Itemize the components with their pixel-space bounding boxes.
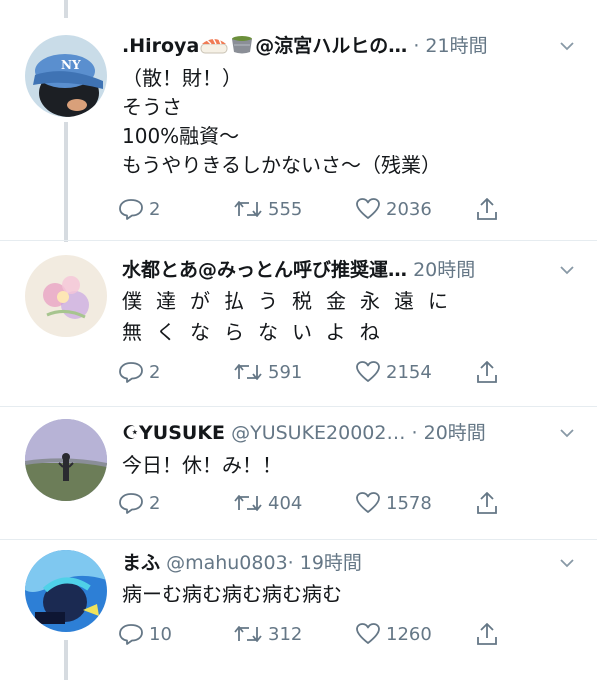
tweet-header: ☪YUSUKE @YUSUKE20002… · 20時間: [122, 418, 579, 448]
tea-icon: [229, 33, 255, 61]
share-icon: [477, 198, 497, 220]
heart-icon: [356, 623, 380, 644]
retweet-icon: [234, 364, 262, 380]
tweet-text: （散！財！） そうさ 100%融資〜 もうやりきるしかないさ〜（残業）: [122, 66, 441, 177]
tweet-text: 今日！休！み！！: [122, 453, 282, 477]
heart-icon: [356, 198, 380, 219]
share-button[interactable]: [475, 194, 504, 224]
tweet-header: まふ @mahu0803· 19時間: [122, 548, 579, 578]
like-count: 1578: [386, 492, 432, 514]
heart-icon: [356, 361, 380, 382]
like-button[interactable]: 2036: [355, 194, 432, 224]
reply-button[interactable]: 2: [118, 194, 160, 224]
chevron-down-icon[interactable]: [559, 418, 575, 448]
avatar[interactable]: NY: [25, 35, 107, 117]
tweet-text: 病ーむ病む病む病む病む: [122, 582, 342, 606]
reply-button[interactable]: 2: [118, 357, 160, 387]
retweet-button[interactable]: 404: [233, 488, 302, 518]
chevron-down-icon[interactable]: [559, 31, 575, 61]
reply-count: 2: [149, 361, 161, 383]
like-count: 1260: [386, 623, 432, 645]
tweet-3[interactable]: ☪YUSUKE @YUSUKE20002… · 20時間 今日！休！み！！ 2 …: [0, 407, 597, 539]
avatar[interactable]: [25, 550, 107, 632]
handle[interactable]: @YUSUKE20002…: [231, 422, 405, 444]
like-count: 2154: [386, 361, 432, 383]
retweet-button[interactable]: 555: [233, 194, 302, 224]
heart-icon: [356, 492, 380, 513]
action-bar: 2 591 2154: [118, 357, 518, 387]
timestamp[interactable]: 20時間: [413, 259, 475, 281]
retweet-count: 591: [268, 361, 303, 383]
display-name[interactable]: .Hiroya: [122, 35, 199, 57]
display-name[interactable]: まふ: [122, 552, 160, 574]
reply-count: 2: [149, 492, 161, 514]
tweet-text: 僕達が払う税金永遠に 無くならないよね: [122, 289, 462, 344]
share-button[interactable]: [475, 488, 504, 518]
reply-button[interactable]: 2: [118, 488, 160, 518]
tweet-2[interactable]: 水都とあ@みっとん呼び推奨運… 20時間 僕達が払う税金永遠に 無くならないよね…: [0, 241, 597, 406]
action-bar: 2 555 2036: [118, 194, 518, 224]
share-icon: [477, 492, 497, 514]
timestamp[interactable]: · 20時間: [412, 422, 486, 444]
handle[interactable]: @mahu0803: [166, 552, 288, 574]
like-button[interactable]: 1578: [355, 488, 432, 518]
chevron-down-icon[interactable]: [559, 548, 575, 578]
tweet-header: .Hiroya @涼宮ハルヒの… · 21時間: [122, 31, 579, 61]
like-button[interactable]: 1260: [355, 619, 432, 649]
retweet-button[interactable]: 312: [233, 619, 302, 649]
share-icon: [477, 361, 497, 383]
reply-button[interactable]: 10: [118, 619, 172, 649]
reply-icon: [119, 199, 143, 220]
reply-icon: [119, 362, 143, 383]
svg-text:NY: NY: [61, 58, 81, 72]
retweet-count: 312: [268, 623, 303, 645]
retweet-count: 555: [268, 198, 303, 220]
sushi-icon: [199, 34, 229, 61]
reply-icon: [119, 624, 143, 645]
share-icon: [477, 623, 497, 645]
like-button[interactable]: 2154: [355, 357, 432, 387]
handle[interactable]: @涼宮ハルヒの…: [255, 35, 407, 57]
timestamp[interactable]: · 21時間: [413, 35, 487, 57]
tweet-1[interactable]: NY .Hiroya @涼宮ハルヒの… · 21時間 （散！財！） そうさ 100…: [0, 0, 597, 240]
retweet-icon: [234, 626, 262, 642]
display-name[interactable]: 水都とあ@みっとん呼び推奨運…: [122, 259, 407, 281]
reply-icon: [119, 493, 143, 514]
chevron-down-icon[interactable]: [559, 255, 575, 285]
display-name[interactable]: ☪YUSUKE: [122, 422, 225, 444]
reply-count: 2: [149, 198, 161, 220]
retweet-icon: [234, 495, 262, 511]
retweet-count: 404: [268, 492, 303, 514]
avatar[interactable]: [25, 419, 107, 501]
timestamp[interactable]: · 19時間: [288, 552, 362, 574]
like-count: 2036: [386, 198, 432, 220]
tweet-header: 水都とあ@みっとん呼び推奨運… 20時間: [122, 255, 579, 285]
tweet-4[interactable]: まふ @mahu0803· 19時間 病ーむ病む病む病む病む 10 312 12…: [0, 540, 597, 680]
action-bar: 2 404 1578: [118, 488, 518, 518]
retweet-button[interactable]: 591: [233, 357, 302, 387]
share-button[interactable]: [475, 357, 504, 387]
avatar[interactable]: [25, 255, 107, 337]
retweet-icon: [234, 201, 262, 217]
share-button[interactable]: [475, 619, 504, 649]
action-bar: 10 312 1260: [118, 619, 518, 649]
reply-count: 10: [149, 623, 172, 645]
